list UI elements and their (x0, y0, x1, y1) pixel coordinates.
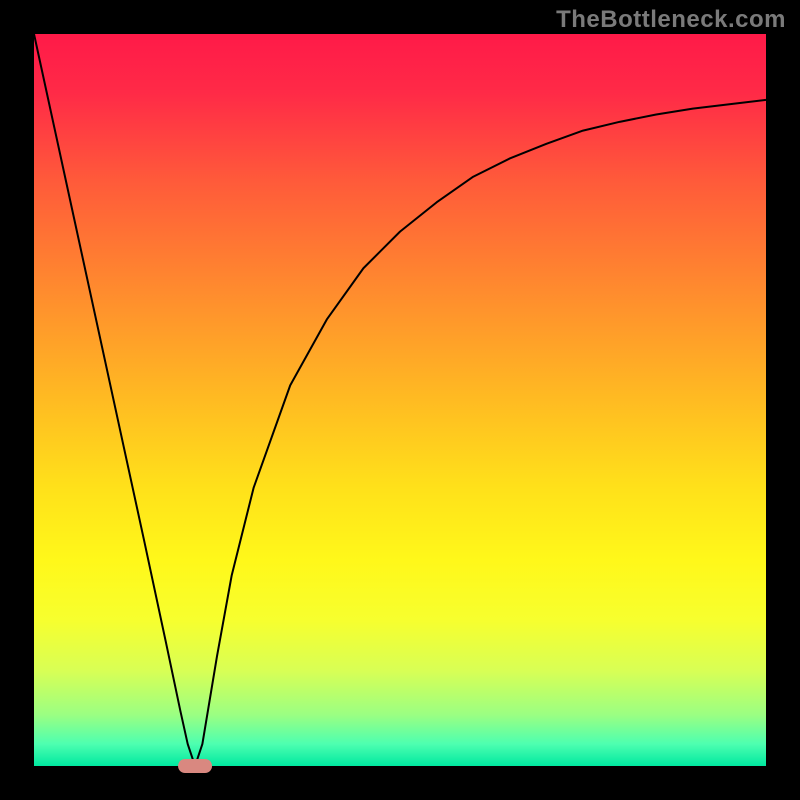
bottleneck-chart (0, 0, 800, 800)
minimum-marker (178, 759, 212, 773)
chart-background (34, 34, 766, 766)
watermark-text: TheBottleneck.com (556, 6, 786, 34)
chart-container: TheBottleneck.com (0, 0, 800, 800)
